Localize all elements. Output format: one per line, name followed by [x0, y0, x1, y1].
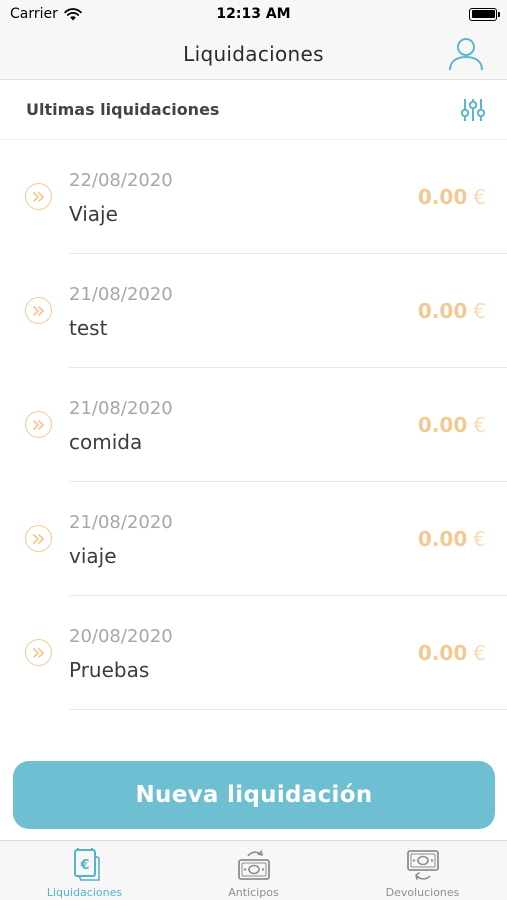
amount-value: 0.00	[417, 641, 468, 665]
banknote-refresh-icon	[237, 850, 270, 880]
user-icon	[449, 38, 483, 71]
new-liquidacion-button[interactable]: Nueva liquidación	[13, 761, 495, 829]
tab-devoluciones[interactable]: Devoluciones	[338, 841, 507, 900]
amount-value: 0.00	[417, 299, 468, 323]
tab-label: Devoluciones	[385, 886, 460, 899]
section-title: Ultimas liquidaciones	[26, 100, 220, 119]
amount-currency: €	[473, 299, 486, 323]
status-left: Carrier	[10, 6, 82, 22]
amount-currency: €	[473, 641, 486, 665]
list-item[interactable]: 21/08/2020 test 0.00 €	[0, 254, 507, 368]
status-bar: Carrier 12:13 AM	[0, 0, 507, 28]
item-date: 21/08/2020	[69, 512, 173, 533]
item-amount: 0.00 €	[418, 641, 486, 665]
item-date: 20/08/2020	[69, 626, 173, 647]
screen: Carrier 12:13 AM Liquidaciones Ultimas l…	[0, 0, 507, 900]
tab-anticipos[interactable]: Anticipos	[169, 841, 338, 900]
item-name: Pruebas	[69, 658, 150, 682]
wifi-icon	[64, 7, 82, 20]
amount-currency: €	[473, 413, 486, 437]
item-date: 21/08/2020	[69, 398, 173, 419]
profile-button[interactable]	[447, 34, 485, 72]
divider	[69, 709, 507, 710]
amount-currency: €	[473, 185, 486, 209]
filter-button[interactable]	[459, 96, 487, 124]
amount-value: 0.00	[417, 413, 468, 437]
liquidaciones-list: 22/08/2020 Viaje 0.00 € 21/08/2020 test 0…	[0, 140, 507, 710]
item-amount: 0.00 €	[418, 527, 486, 551]
chevron-double-right-icon	[25, 183, 52, 210]
tab-liquidaciones[interactable]: € Liquidaciones	[0, 841, 169, 900]
item-amount: 0.00 €	[418, 299, 486, 323]
banknote-return-icon	[406, 850, 439, 880]
nav-bar: Liquidaciones	[0, 28, 507, 80]
item-amount: 0.00 €	[418, 413, 486, 437]
list-item[interactable]: 22/08/2020 Viaje 0.00 €	[0, 140, 507, 254]
battery-icon	[469, 7, 500, 21]
svg-text:€: €	[79, 858, 89, 873]
chevron-double-right-icon	[25, 639, 52, 666]
chevron-double-right-icon	[25, 297, 52, 324]
tab-label: Liquidaciones	[46, 886, 123, 899]
item-date: 22/08/2020	[69, 170, 173, 191]
list-item[interactable]: 20/08/2020 Pruebas 0.00 €	[0, 596, 507, 710]
item-date: 21/08/2020	[69, 284, 173, 305]
euro-receipt-icon: €	[73, 848, 100, 881]
page-title: Liquidaciones	[183, 41, 324, 66]
item-amount: 0.00 €	[418, 185, 486, 209]
amount-currency: €	[473, 527, 486, 551]
carrier-label: Carrier	[10, 6, 58, 22]
chevron-double-right-icon	[25, 411, 52, 438]
item-name: comida	[69, 430, 143, 454]
item-name: Viaje	[69, 202, 118, 226]
list-item[interactable]: 21/08/2020 viaje 0.00 €	[0, 482, 507, 596]
item-name: viaje	[69, 544, 117, 568]
section-header: Ultimas liquidaciones	[0, 80, 507, 140]
chevron-double-right-icon	[25, 525, 52, 552]
list-item[interactable]: 21/08/2020 comida 0.00 €	[0, 368, 507, 482]
amount-value: 0.00	[417, 185, 468, 209]
sliders-icon	[460, 98, 486, 121]
item-name: test	[69, 316, 108, 340]
tab-bar: € Liquidaciones Anticipos Devoluciones	[0, 840, 507, 900]
tab-label: Anticipos	[228, 886, 279, 899]
amount-value: 0.00	[417, 527, 468, 551]
